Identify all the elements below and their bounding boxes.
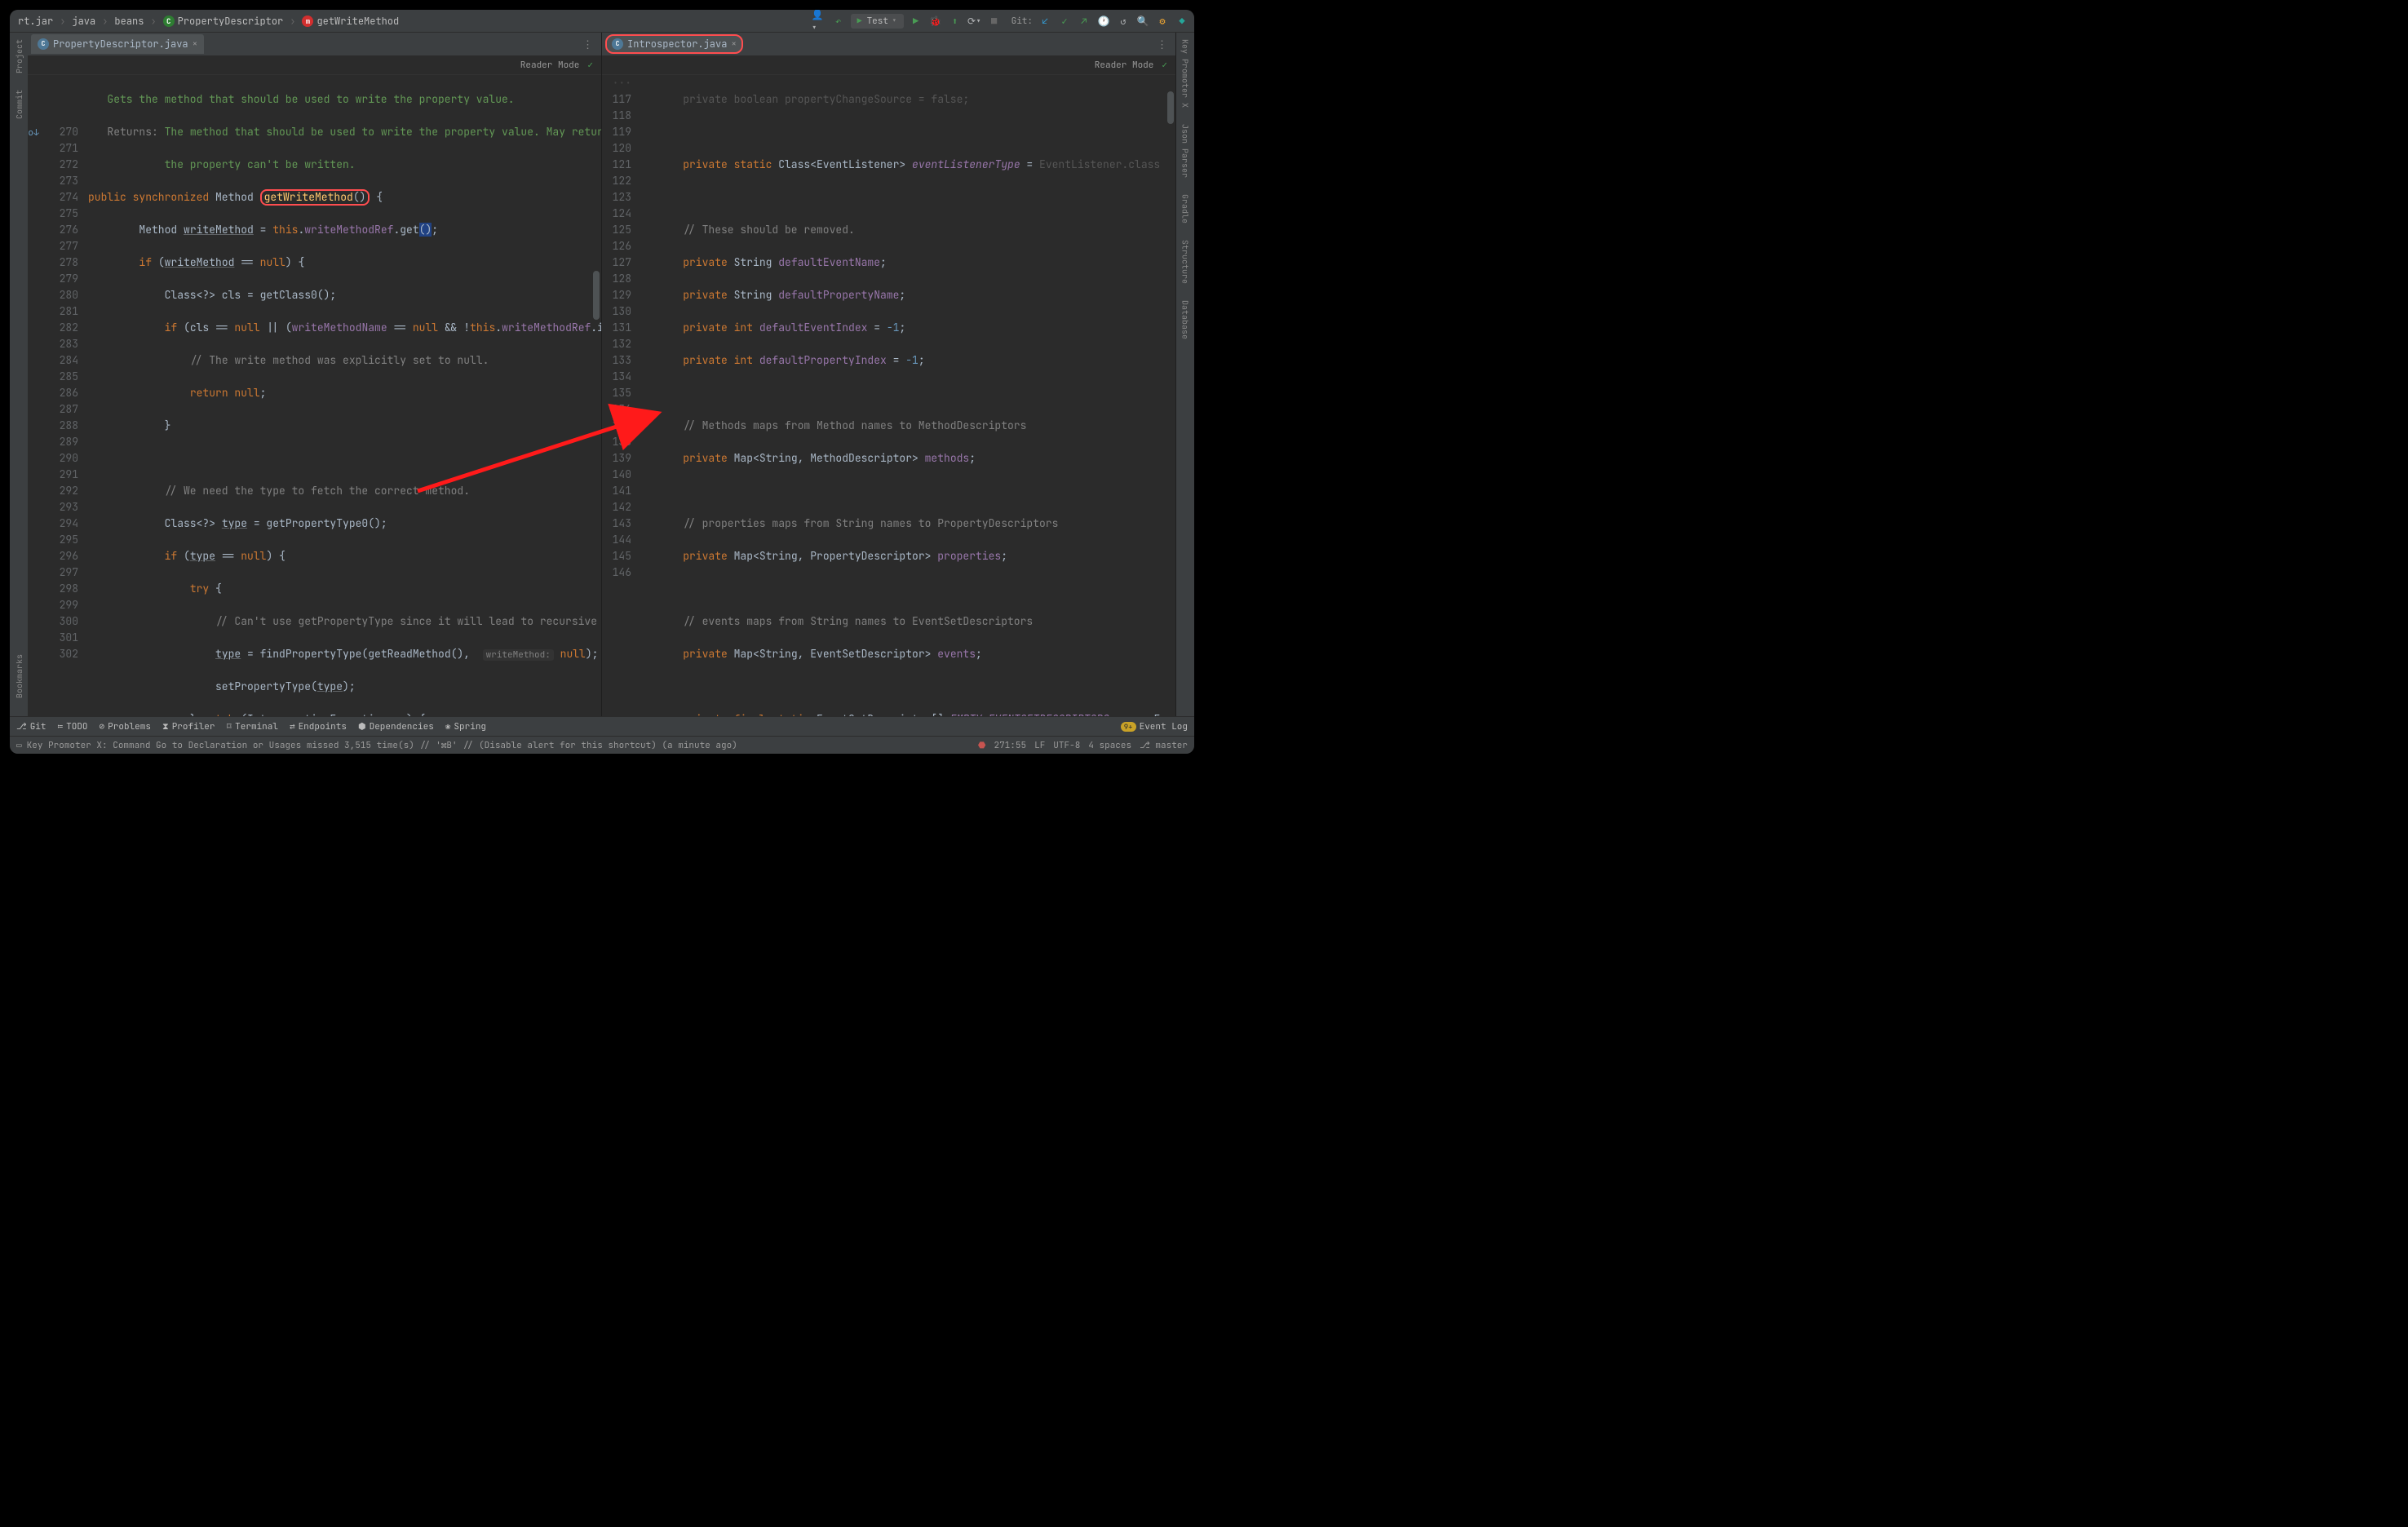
back-icon[interactable]: ↶ (831, 14, 846, 29)
tab-label: PropertyDescriptor.java (53, 38, 188, 51)
breadcrumb-item[interactable]: CPropertyDescriptor (160, 13, 287, 29)
problems-tool[interactable]: ⊘ Problems (100, 721, 151, 733)
git-update-icon[interactable]: ↙ (1038, 14, 1052, 29)
commit-tool[interactable]: Commit (14, 86, 24, 122)
database-tool[interactable]: Database (1180, 297, 1191, 343)
tab-menu-icon[interactable]: ⋮ (1157, 38, 1167, 51)
close-icon[interactable]: × (731, 38, 737, 50)
file-encoding[interactable]: UTF-8 (1053, 740, 1080, 751)
left-code[interactable]: Gets the method that should be used to w… (85, 75, 601, 716)
javadoc-returns-text: The method that should be used to write … (165, 125, 601, 139)
error-indicator-icon[interactable]: ⬣ (978, 740, 986, 751)
highlight-getwritemethod: getWriteMethod() (260, 189, 370, 206)
debug-icon[interactable]: 🐞 (928, 14, 943, 29)
run-icon[interactable]: ▶ (909, 14, 923, 29)
right-code[interactable]: private boolean propertyChangeSource = f… (654, 75, 1175, 716)
override-gutter-icon[interactable]: o↓ (28, 125, 39, 141)
caret-position[interactable]: 271:55 (994, 740, 1026, 751)
java-file-icon: C (612, 38, 623, 50)
javadoc-returns-label: Returns: (107, 125, 157, 139)
left-gutter[interactable]: 2702712722732742752762772782792802812822… (44, 75, 85, 716)
close-icon[interactable]: × (193, 38, 198, 50)
endpoints-tool[interactable]: ⇄ Endpoints (290, 721, 347, 733)
left-tab-row: C PropertyDescriptor.java × ⋮ (28, 33, 601, 55)
tab-introspector[interactable]: C Introspector.java × (605, 34, 743, 54)
left-scrollbar[interactable] (591, 75, 600, 716)
reader-mode-toggle[interactable]: Reader Mode (1095, 60, 1154, 71)
jsonparser-tool[interactable]: Json Parser (1180, 121, 1191, 181)
left-tool-rail: Project Commit Bookmarks (10, 33, 28, 716)
right-tool-rail: Key Promoter X Json Parser Gradle Struct… (1176, 33, 1194, 716)
right-gutter[interactable]: ··· 117118119120121122123124125126127128… (602, 75, 638, 716)
git-rollback-icon[interactable]: ↺ (1116, 14, 1131, 29)
project-tool[interactable]: Project (14, 36, 24, 77)
breadcrumb-item[interactable]: mgetWriteMethod (299, 13, 402, 29)
user-icon[interactable]: 👤▾ (812, 14, 826, 29)
navigation-bar: rt.jar› java› beans› CPropertyDescriptor… (10, 10, 1194, 33)
keypromoter-tool[interactable]: Key Promoter X (1180, 36, 1191, 111)
breadcrumb-item[interactable]: java (69, 13, 99, 29)
git-tool[interactable]: ⎇ Git (16, 721, 46, 733)
run-config-selector[interactable]: ▶Test ▾ (851, 14, 904, 29)
avatar-icon[interactable]: ◆ (1175, 14, 1189, 29)
tab-propertydescriptor[interactable]: C PropertyDescriptor.java × (31, 34, 204, 54)
git-push-icon[interactable]: ↗ (1077, 14, 1091, 29)
right-code-area[interactable]: ··· 117118119120121122123124125126127128… (602, 75, 1175, 716)
status-widget-icon[interactable]: ▭ (16, 740, 22, 751)
git-history-icon[interactable]: 🕐 (1096, 14, 1111, 29)
javadoc-summary: Gets the method that should be used to w… (107, 92, 514, 106)
bottom-bars: ⎇ Git ≔ TODO ⊘ Problems ⧗ Profiler ⌑ Ter… (10, 716, 1194, 754)
spring-tool[interactable]: ❀ Spring (445, 721, 486, 733)
breadcrumb[interactable]: rt.jar› java› beans› CPropertyDescriptor… (15, 13, 402, 29)
tab-label: Introspector.java (627, 38, 727, 51)
inspection-status-icon[interactable]: ✓ (587, 60, 593, 71)
stop-icon[interactable]: ■ (987, 14, 1002, 29)
reader-mode-toggle[interactable]: Reader Mode (520, 60, 580, 71)
status-message: Key Promoter X: Command Go to Declaratio… (27, 740, 737, 751)
class-icon: C (163, 15, 175, 27)
dependencies-tool[interactable]: ⬢ Dependencies (358, 721, 434, 733)
tool-window-bar: ⎇ Git ≔ TODO ⊘ Problems ⧗ Profiler ⌑ Ter… (10, 716, 1194, 736)
toolbar-right: 👤▾ ↶ ▶Test ▾ ▶ 🐞 ⬆ ⟳▾ ■ Git: ↙ ✓ ↗ 🕐 ↺ 🔍… (812, 14, 1189, 29)
ide-settings-icon[interactable]: ⚙ (1155, 14, 1170, 29)
git-commit-icon[interactable]: ✓ (1057, 14, 1072, 29)
structure-tool[interactable]: Structure (1180, 237, 1191, 287)
todo-tool[interactable]: ≔ TODO (58, 721, 88, 733)
left-editor-pane: C PropertyDescriptor.java × ⋮ Reader Mod… (28, 33, 602, 716)
event-log-tool[interactable]: 9+ Event Log (1121, 721, 1188, 733)
profiler-tool[interactable]: ⧗ Profiler (162, 721, 215, 733)
terminal-tool[interactable]: ⌑ Terminal (227, 721, 278, 733)
git-branch[interactable]: ⎇ master (1140, 740, 1188, 751)
method-icon: m (302, 15, 313, 27)
search-icon[interactable]: 🔍 (1135, 14, 1150, 29)
gradle-tool[interactable]: Gradle (1180, 191, 1191, 227)
line-separator[interactable]: LF (1034, 740, 1045, 751)
git-label: Git: (1011, 15, 1033, 27)
javadoc-returns-cont: the property can't be written. (165, 157, 356, 171)
right-scrollbar[interactable] (1166, 75, 1174, 716)
breadcrumb-item[interactable]: rt.jar (15, 13, 56, 29)
java-file-icon: C (38, 38, 49, 50)
indent-config[interactable]: 4 spaces (1088, 740, 1131, 751)
profile-icon[interactable]: ⟳▾ (967, 14, 982, 29)
right-tab-row: C Introspector.java × ⋮ (602, 33, 1175, 55)
bookmarks-tool[interactable]: Bookmarks (14, 651, 24, 702)
right-editor-pane: C Introspector.java × ⋮ Reader Mode ✓ ··… (602, 33, 1176, 716)
status-bar: ▭ Key Promoter X: Command Go to Declarat… (10, 736, 1194, 754)
inspection-status-icon[interactable]: ✓ (1162, 60, 1167, 71)
coverage-icon[interactable]: ⬆ (948, 14, 963, 29)
ide-window: rt.jar› java› beans› CPropertyDescriptor… (10, 10, 1194, 754)
left-code-area[interactable]: o↓ 2702712722732742752762772782792802812… (28, 75, 601, 716)
tab-menu-icon[interactable]: ⋮ (582, 38, 593, 51)
breadcrumb-item[interactable]: beans (111, 13, 147, 29)
